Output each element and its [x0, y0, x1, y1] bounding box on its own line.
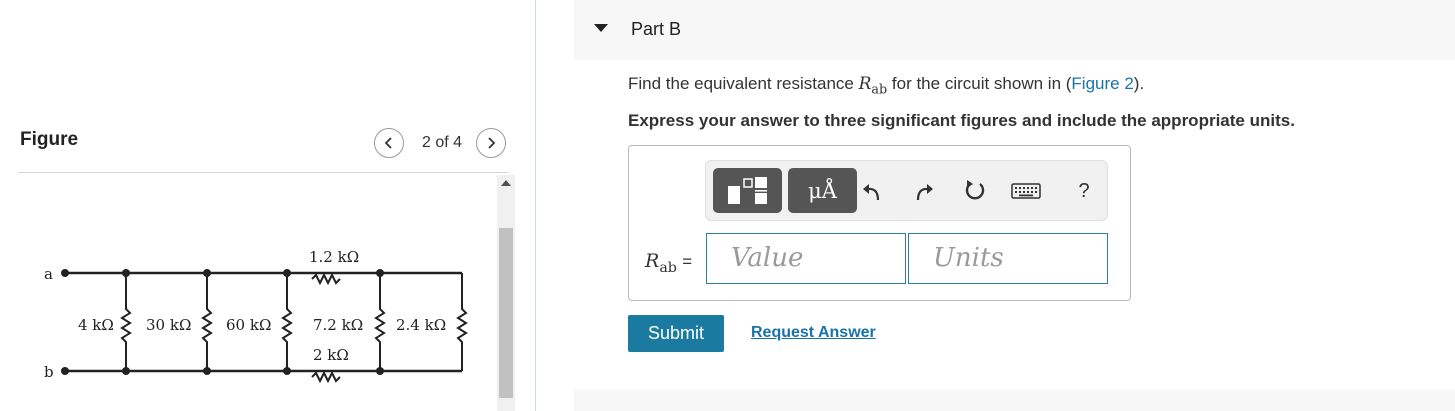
- value-placeholder: Value: [731, 243, 804, 273]
- reset-icon[interactable]: [962, 178, 988, 204]
- label-60k: 60 kΩ: [226, 316, 271, 334]
- answer-variable: Rab =: [645, 250, 693, 276]
- question-var: R: [858, 74, 872, 94]
- node-b-label: b: [44, 363, 54, 381]
- next-part-band: [574, 390, 1455, 411]
- units-placeholder: Units: [933, 243, 1004, 273]
- figure-scrollbar-thumb[interactable]: [499, 228, 513, 398]
- collapse-caret-icon[interactable]: [594, 24, 608, 32]
- prev-figure-button[interactable]: [374, 128, 404, 158]
- units-button[interactable]: μÅ: [788, 168, 857, 213]
- keyboard-icon[interactable]: [1010, 178, 1042, 204]
- figure-divider: [18, 172, 508, 173]
- value-input[interactable]: Value: [706, 233, 906, 284]
- resistor-2k4: [456, 273, 468, 371]
- figure-title: Figure: [20, 129, 79, 150]
- answer-box: μÅ ? Rab = Value Units: [628, 145, 1131, 301]
- part-header[interactable]: Part B: [574, 0, 1455, 60]
- resistor-4k: [120, 273, 132, 371]
- resistor-30k: [201, 273, 213, 371]
- submit-button[interactable]: Submit: [628, 315, 724, 352]
- figure-link[interactable]: Figure 2: [1071, 74, 1133, 93]
- resistor-2k: [311, 370, 341, 384]
- label-2k: 2 kΩ: [313, 346, 349, 364]
- part-title: Part B: [631, 19, 682, 39]
- label-4k: 4 kΩ: [78, 316, 114, 334]
- resistor-7k2: [374, 273, 386, 371]
- resistor-1k2: [311, 272, 341, 286]
- figure-pager: 2 of 4: [374, 128, 507, 158]
- chevron-right-icon: [488, 137, 496, 149]
- figure-count: 2 of 4: [422, 134, 463, 151]
- scroll-up-arrow-icon[interactable]: [501, 180, 511, 186]
- next-figure-button[interactable]: [476, 128, 507, 158]
- node-a-label: a: [44, 265, 53, 283]
- chevron-left-icon: [384, 137, 392, 149]
- templates-icon: [727, 176, 767, 204]
- label-30k: 30 kΩ: [146, 316, 191, 334]
- instruction-text: Express your answer to three significant…: [628, 111, 1295, 130]
- math-toolbar: μÅ ?: [705, 160, 1108, 221]
- undo-icon[interactable]: [859, 178, 885, 204]
- templates-button[interactable]: [713, 168, 782, 213]
- request-answer-link[interactable]: Request Answer: [751, 324, 876, 342]
- redo-icon[interactable]: [911, 178, 937, 204]
- units-input[interactable]: Units: [908, 233, 1108, 284]
- resistor-60k: [281, 273, 293, 371]
- label-7k2: 7.2 kΩ: [313, 316, 363, 334]
- units-button-label: μÅ: [808, 178, 837, 203]
- label-1k2: 1.2 kΩ: [309, 248, 359, 266]
- question-text: Find the equivalent resistance Rab for t…: [628, 74, 1145, 98]
- circuit-diagram: a b 4 kΩ 30 kΩ 60 kΩ 1.2 kΩ 7.2 kΩ 2 kΩ …: [44, 248, 468, 384]
- help-icon[interactable]: ?: [1071, 178, 1097, 204]
- panel-divider: [535, 0, 536, 411]
- question-var-sub: ab: [871, 82, 888, 98]
- figure-panel: Figure 2 of 4 a b 4 kΩ 30 kΩ 60 kΩ 1.2 k…: [0, 0, 535, 411]
- label-2k4: 2.4 kΩ: [396, 316, 446, 334]
